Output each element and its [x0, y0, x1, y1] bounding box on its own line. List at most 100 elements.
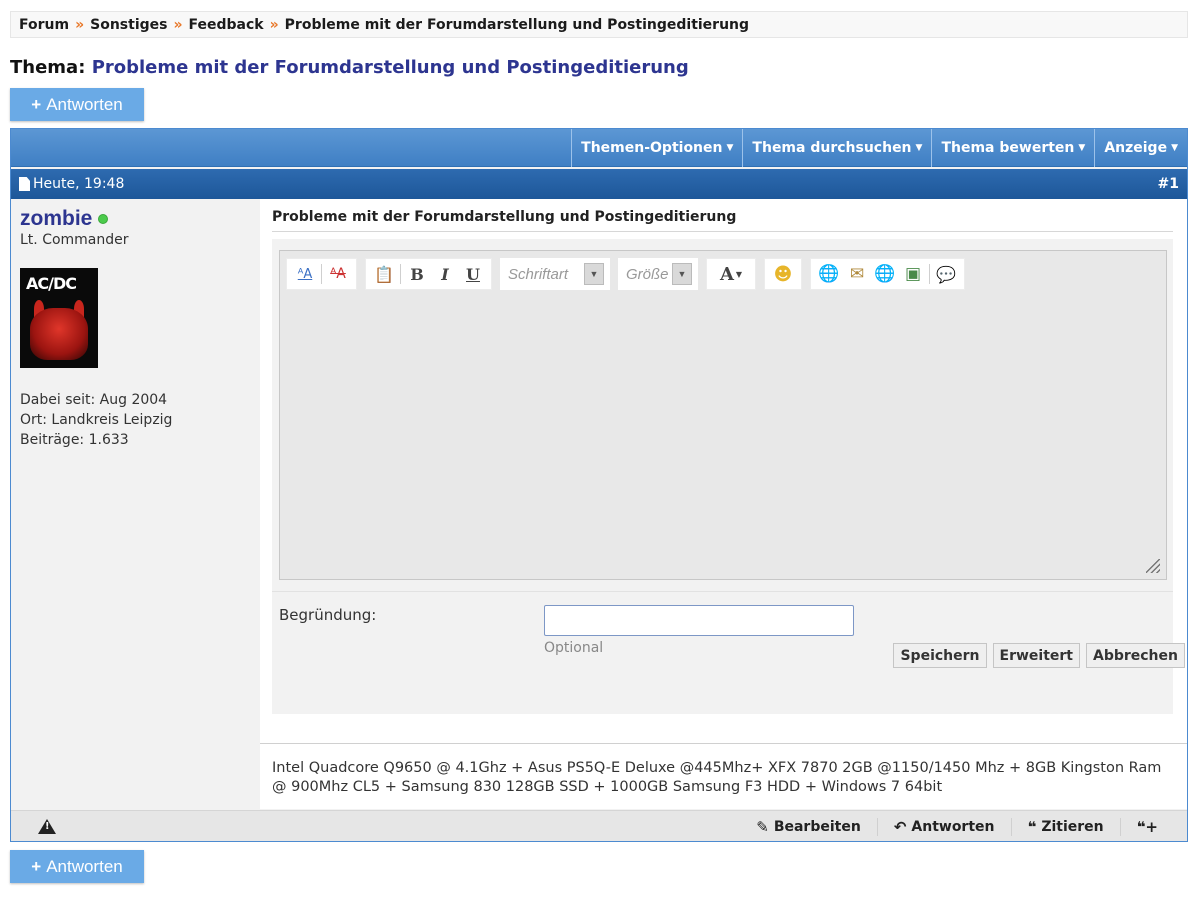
insert-email-icon[interactable]: ✉: [843, 260, 871, 288]
switch-mode-icon[interactable]: ᴬA: [291, 260, 319, 288]
breadcrumb-forum[interactable]: Forum: [19, 17, 69, 33]
username-link[interactable]: zombie: [20, 207, 250, 231]
reply-button-top[interactable]: + Antworten: [10, 88, 144, 121]
insert-image-icon[interactable]: ▣: [899, 260, 927, 288]
font-family-select[interactable]: Schriftart ▼: [500, 258, 610, 290]
breadcrumb-sonstiges[interactable]: Sonstiges: [90, 17, 167, 33]
edit-reason-label: Begründung:: [279, 606, 377, 624]
rate-thread-menu[interactable]: Thema bewerten ▼: [931, 129, 1094, 167]
wysiwyg-editor[interactable]: ᴬA ᴬA 📋 B I U Schriftart ▼ Größe ▼ A ▼ ☻…: [279, 250, 1167, 580]
thread-toolbar-menu: Themen-Optionen ▼ Thema durchsuchen ▼ Th…: [571, 129, 1187, 167]
smilies-group: ☻: [764, 258, 802, 290]
breadcrumb-separator: »: [173, 16, 183, 33]
user-stats: Dabei seit: Aug 2004 Ort: Landkreis Leip…: [20, 390, 250, 450]
resize-handle-icon[interactable]: [1146, 559, 1160, 573]
plus-icon: +: [31, 856, 42, 876]
save-button[interactable]: Speichern: [893, 643, 987, 668]
chevron-down-icon: ▼: [672, 263, 692, 285]
reply-button-label: Antworten: [46, 856, 123, 876]
post-content: Probleme mit der Forumdarstellung und Po…: [260, 199, 1187, 809]
thread-toolbar: Themen-Optionen ▼ Thema durchsuchen ▼ Th…: [11, 129, 1187, 167]
post-footer: ✎ Bearbeiten ↶ Antworten ❝ Zitieren ❝+: [11, 810, 1187, 841]
user-post-count: Beiträge: 1.633: [20, 432, 129, 448]
post-date: Heute, 19:48: [19, 176, 124, 192]
bold-icon[interactable]: B: [403, 260, 431, 288]
multi-quote-button[interactable]: ❝+: [1119, 817, 1179, 836]
caret-down-icon: ▼: [1078, 143, 1086, 153]
edit-reason-row: Begründung: Optional: [272, 591, 1173, 656]
editor-toolbar: ᴬA ᴬA 📋 B I U Schriftart ▼ Größe ▼ A ▼ ☻…: [286, 258, 973, 290]
post-actions: ✎ Bearbeiten ↶ Antworten ❝ Zitieren ❝+: [740, 811, 1179, 842]
edit-reason-hint: Optional: [544, 640, 604, 656]
text-color-label: A: [719, 263, 734, 285]
quote-post-button[interactable]: ❝ Zitieren: [1010, 817, 1120, 836]
user-info: zombie Lt. Commander AC/DC Dabei seit: A…: [20, 207, 250, 450]
reply-button-bottom[interactable]: + Antworten: [10, 850, 144, 883]
search-thread-menu[interactable]: Thema durchsuchen ▼: [742, 129, 931, 167]
insert-link-icon[interactable]: 🌐: [815, 260, 843, 288]
editor-style-group: 📋 B I U: [365, 258, 492, 290]
caret-down-icon: ▼: [1171, 143, 1178, 153]
font-size-select[interactable]: Größe ▼: [618, 258, 698, 290]
username-text: zombie: [20, 207, 93, 230]
breadcrumb: Forum » Sonstiges » Feedback » Probleme …: [10, 11, 1188, 38]
user-joined: Dabei seit: Aug 2004: [20, 392, 168, 408]
thread-title-link[interactable]: Probleme mit der Forumdarstellung und Po…: [92, 57, 689, 78]
breadcrumb-separator: »: [269, 16, 279, 33]
underline-icon[interactable]: U: [459, 260, 487, 288]
insert-group: 🌐 ✉ 🌐 ▣ 💬: [810, 258, 965, 290]
quote-icon: ❝: [1027, 817, 1037, 836]
edit-post-label: Bearbeiten: [773, 818, 861, 835]
reply-post-button[interactable]: ↶ Antworten: [876, 817, 1011, 836]
edit-actions: Speichern Erweitert Abbrechen: [887, 643, 1185, 668]
insert-quote-icon[interactable]: 💬: [932, 260, 960, 288]
thread-options-label: Themen-Optionen: [581, 140, 723, 156]
post-title: Probleme mit der Forumdarstellung und Po…: [272, 209, 1173, 232]
display-mode-label: Anzeige: [1104, 140, 1168, 156]
edit-post-button[interactable]: ✎ Bearbeiten: [740, 818, 877, 836]
advanced-edit-button[interactable]: Erweitert: [992, 643, 1080, 668]
multi-quote-icon: ❝+: [1136, 817, 1158, 836]
user-rank: Lt. Commander: [20, 232, 129, 248]
cancel-button[interactable]: Abbrechen: [1085, 643, 1185, 668]
text-color-icon[interactable]: A ▼: [713, 260, 749, 288]
caret-down-icon: ▼: [915, 143, 923, 153]
document-icon: [19, 177, 30, 191]
edit-reason-input[interactable]: [544, 605, 854, 636]
thread-label: Thema:: [10, 57, 86, 78]
user-location: Ort: Landkreis Leipzig: [20, 412, 173, 428]
signature-text: Intel Quadcore Q9650 @ 4.1Ghz + Asus PS5…: [272, 760, 1162, 795]
italic-icon[interactable]: I: [431, 260, 459, 288]
font-size-placeholder: Größe: [626, 265, 669, 283]
toolbar-separator: [929, 264, 930, 284]
post-date-text: Heute, 19:48: [33, 176, 125, 192]
remove-link-icon[interactable]: 🌐: [871, 260, 899, 288]
quote-post-label: Zitieren: [1041, 818, 1104, 835]
report-warning-icon[interactable]: [38, 819, 56, 834]
page-title: Thema: Probleme mit der Forumdarstellung…: [10, 57, 689, 78]
toolbar-separator: [400, 264, 401, 284]
editor-format-group: ᴬA ᴬA: [286, 258, 357, 290]
search-thread-label: Thema durchsuchen: [752, 140, 912, 156]
paste-icon[interactable]: 📋: [370, 260, 398, 288]
caret-down-icon: ▼: [726, 143, 734, 153]
pencil-icon: ✎: [756, 817, 769, 836]
post-number-link[interactable]: #1: [1158, 176, 1179, 192]
font-family-placeholder: Schriftart: [508, 265, 569, 283]
thread-options-menu[interactable]: Themen-Optionen ▼: [571, 129, 742, 167]
smiley-icon[interactable]: ☻: [769, 260, 797, 288]
text-color-group: A ▼: [706, 258, 756, 290]
reply-post-label: Antworten: [911, 818, 995, 835]
remove-format-icon[interactable]: ᴬA: [324, 260, 352, 288]
breadcrumb-feedback[interactable]: Feedback: [189, 17, 264, 33]
post-header: Heute, 19:48 #1: [11, 169, 1187, 199]
reply-arrow-icon: ↶: [893, 817, 907, 836]
avatar[interactable]: AC/DC: [20, 268, 98, 368]
plus-icon: +: [31, 94, 42, 114]
breadcrumb-separator: »: [75, 16, 85, 33]
display-mode-menu[interactable]: Anzeige ▼: [1094, 129, 1187, 167]
breadcrumb-current-thread[interactable]: Probleme mit der Forumdarstellung und Po…: [285, 17, 749, 33]
rate-thread-label: Thema bewerten: [941, 140, 1075, 156]
chevron-down-icon: ▼: [584, 263, 604, 285]
toolbar-separator: [321, 264, 322, 284]
